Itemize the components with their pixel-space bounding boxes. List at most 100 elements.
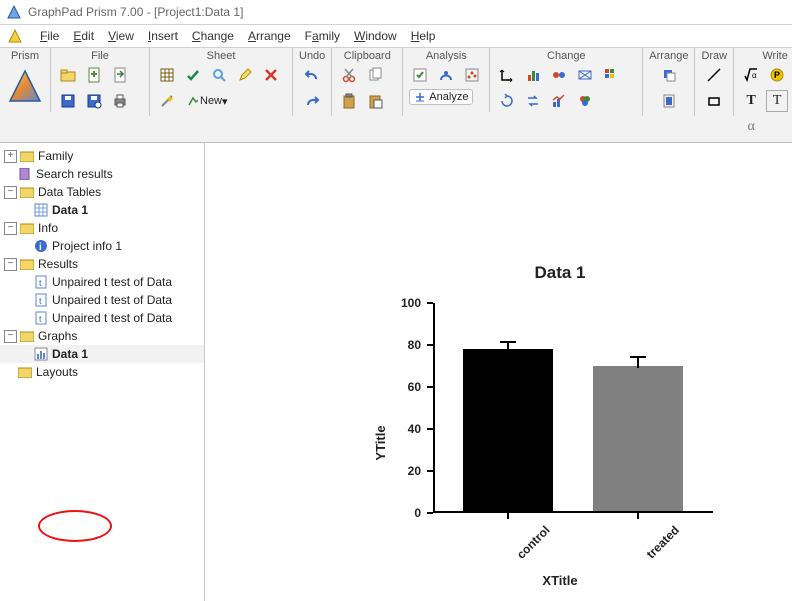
body: +Family Search results −Data Tables Data… bbox=[0, 143, 792, 601]
tree-info[interactable]: −Info bbox=[0, 219, 204, 237]
change-format-icon[interactable] bbox=[548, 64, 570, 86]
sheet-check-icon[interactable] bbox=[182, 64, 204, 86]
chart-title[interactable]: Data 1 bbox=[375, 263, 745, 283]
analysis-redo-icon[interactable] bbox=[409, 64, 431, 86]
tb-label-arrange: Arrange bbox=[649, 48, 688, 64]
analyze-button[interactable]: Analyze bbox=[409, 89, 473, 105]
tree-search[interactable]: Search results bbox=[0, 165, 204, 183]
x-tick-label[interactable]: control bbox=[514, 523, 553, 562]
write-textbox-icon[interactable]: T bbox=[766, 90, 788, 112]
change-color-icon[interactable] bbox=[574, 90, 596, 112]
menu-change[interactable]: Change bbox=[192, 29, 234, 43]
tree-result-2[interactable]: tUnpaired t test of Data bbox=[0, 291, 204, 309]
menu-window[interactable]: Window bbox=[354, 29, 397, 43]
change-size-icon[interactable] bbox=[574, 64, 596, 86]
menu-help[interactable]: Help bbox=[411, 29, 436, 43]
tree-results[interactable]: −Results bbox=[0, 255, 204, 273]
chart: Data 1 YTitle 020406080100controltreated… bbox=[375, 263, 745, 601]
tb-group-write: Write α P T T α bbox=[734, 48, 792, 142]
change-axes-icon[interactable] bbox=[496, 64, 518, 86]
change-bars-icon[interactable] bbox=[522, 64, 544, 86]
tree-data1[interactable]: Data 1 bbox=[0, 201, 204, 219]
change-scheme-icon[interactable] bbox=[600, 64, 622, 86]
copy-icon[interactable] bbox=[364, 64, 386, 86]
y-tick bbox=[427, 302, 433, 304]
x-tick-label[interactable]: treated bbox=[644, 523, 682, 561]
write-text-icon[interactable]: T bbox=[740, 90, 762, 112]
menu-file[interactable]: FFileile bbox=[40, 29, 59, 43]
svg-text:α: α bbox=[752, 71, 757, 80]
file-save-icon[interactable] bbox=[57, 90, 79, 112]
y-tick bbox=[427, 512, 433, 514]
sheet-new-button[interactable]: New▾ bbox=[182, 90, 232, 112]
analysis-params-icon[interactable] bbox=[435, 64, 457, 86]
window-title: GraphPad Prism 7.00 - [Project1:Data 1] bbox=[28, 5, 243, 19]
file-saveas-icon[interactable] bbox=[83, 90, 105, 112]
navigator-panel: +Family Search results −Data Tables Data… bbox=[0, 143, 205, 601]
y-tick bbox=[427, 470, 433, 472]
menu-edit[interactable]: Edit bbox=[73, 29, 94, 43]
toolbar: Prism File Sheet bbox=[0, 48, 792, 143]
tree-result-1[interactable]: tUnpaired t test of Data bbox=[0, 273, 204, 291]
arrange-align-icon[interactable] bbox=[658, 90, 680, 112]
tb-label-clipboard: Clipboard bbox=[338, 48, 396, 64]
tree-graph-data1[interactable]: Data 1 bbox=[0, 345, 204, 363]
paste-special-icon[interactable] bbox=[364, 90, 386, 112]
tree-data-tables[interactable]: −Data Tables bbox=[0, 183, 204, 201]
file-new-icon[interactable] bbox=[83, 64, 105, 86]
arrange-front-icon[interactable] bbox=[658, 64, 680, 86]
redo-icon[interactable] bbox=[301, 90, 323, 112]
y-axis-label[interactable]: YTitle bbox=[373, 425, 388, 460]
draw-line-icon[interactable] bbox=[703, 64, 725, 86]
sheet-wand-icon[interactable] bbox=[156, 90, 178, 112]
write-alpha-icon[interactable]: α bbox=[740, 116, 762, 138]
tb-group-analysis: Analysis Analyze bbox=[403, 48, 490, 112]
sheet-table-icon[interactable] bbox=[156, 64, 178, 86]
tb-group-file: File bbox=[51, 48, 150, 116]
tree-projinfo[interactable]: iProject info 1 bbox=[0, 237, 204, 255]
write-sqrt-icon[interactable]: α bbox=[740, 64, 762, 86]
menu-insert[interactable]: Insert bbox=[148, 29, 178, 43]
tb-label-prism: Prism bbox=[6, 48, 44, 64]
analyze-label: Analyze bbox=[429, 91, 468, 103]
y-tick bbox=[427, 386, 433, 388]
sheet-highlight-icon[interactable] bbox=[234, 64, 256, 86]
y-tick-label: 40 bbox=[408, 422, 421, 436]
y-axis bbox=[433, 303, 435, 513]
menu-family[interactable]: Family bbox=[305, 29, 340, 43]
graph-canvas[interactable]: Data 1 YTitle 020406080100controltreated… bbox=[205, 143, 792, 601]
menu-bar: FFileile Edit View Insert Change Arrange… bbox=[0, 25, 792, 48]
undo-icon[interactable] bbox=[301, 64, 323, 86]
x-tick bbox=[637, 513, 639, 519]
change-type-icon[interactable] bbox=[548, 90, 570, 112]
file-open-icon[interactable] bbox=[57, 64, 79, 86]
change-rotate-icon[interactable] bbox=[496, 90, 518, 112]
file-export-icon[interactable] bbox=[109, 64, 131, 86]
analysis-simulate-icon[interactable] bbox=[461, 64, 483, 86]
tree-graphs[interactable]: −Graphs bbox=[0, 327, 204, 345]
change-reverse-icon[interactable] bbox=[522, 90, 544, 112]
sheet-search-icon[interactable] bbox=[208, 64, 230, 86]
menu-view[interactable]: View bbox=[108, 29, 134, 43]
menu-prism-icon[interactable] bbox=[8, 29, 22, 43]
sheet-delete-icon[interactable] bbox=[260, 64, 282, 86]
x-axis-label[interactable]: XTitle bbox=[375, 573, 745, 601]
svg-text:i: i bbox=[39, 242, 42, 253]
tree-result-3[interactable]: tUnpaired t test of Data bbox=[0, 309, 204, 327]
bar-control[interactable] bbox=[463, 349, 553, 511]
title-bar: GraphPad Prism 7.00 - [Project1:Data 1] bbox=[0, 0, 792, 25]
cut-icon[interactable] bbox=[338, 64, 360, 86]
tree-layouts[interactable]: Layouts bbox=[0, 363, 204, 381]
y-tick-label: 60 bbox=[408, 380, 421, 394]
tb-label-sheet: Sheet bbox=[156, 48, 286, 64]
draw-rect-icon[interactable] bbox=[703, 90, 725, 112]
paste-icon[interactable] bbox=[338, 90, 360, 112]
file-print-icon[interactable] bbox=[109, 90, 131, 112]
bar-treated[interactable] bbox=[593, 366, 683, 511]
plot-area: 020406080100controltreated bbox=[433, 303, 713, 513]
new-label: New bbox=[200, 95, 222, 107]
tree-family[interactable]: +Family bbox=[0, 147, 204, 165]
write-pval-icon[interactable]: P bbox=[766, 64, 788, 86]
prism-logo-icon[interactable] bbox=[6, 67, 44, 105]
menu-arrange[interactable]: Arrange bbox=[248, 29, 291, 43]
